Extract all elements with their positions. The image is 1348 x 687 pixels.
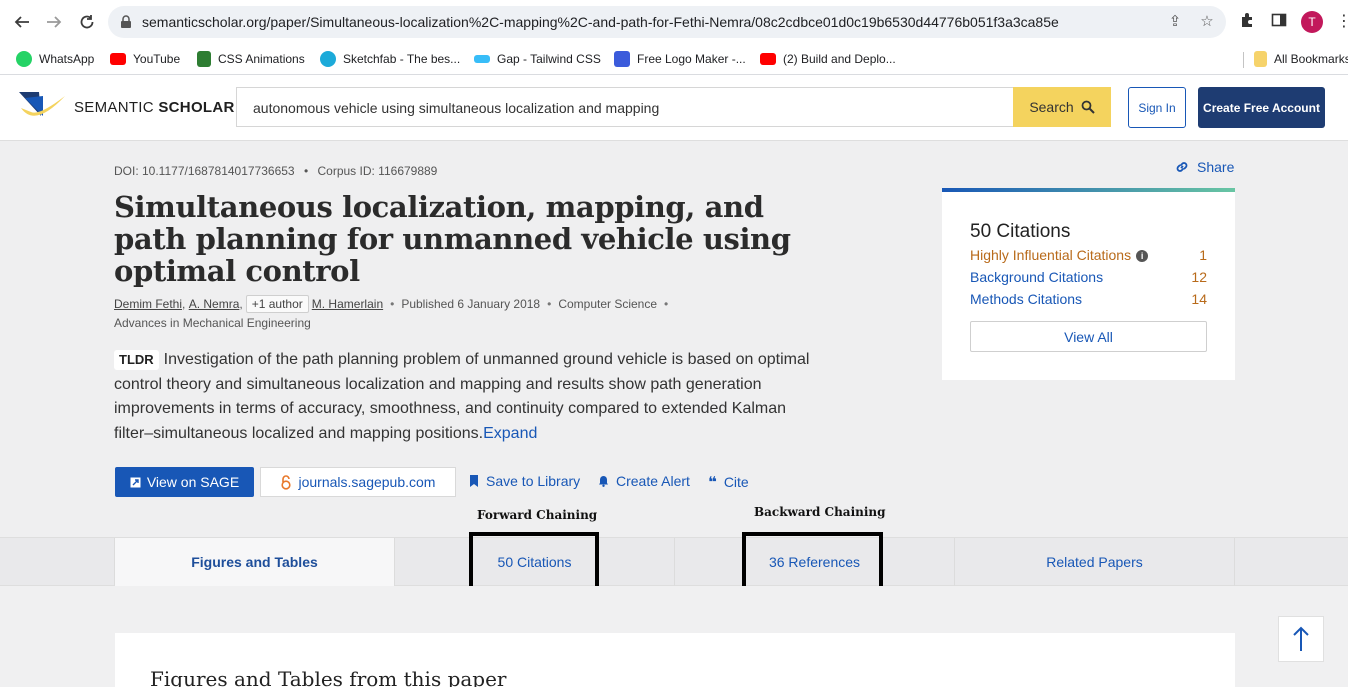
bookmark-icon [470,475,478,487]
search-icon [1081,100,1095,114]
external-link-icon [130,477,141,487]
field-of-study: Computer Science [558,297,658,311]
paper-title: Simultaneous localization, mapping, and … [114,190,791,288]
separator-comma: , [239,297,243,311]
browser-toolbar: semanticscholar.org/paper/Simultaneous-l… [0,0,1348,44]
save-to-library-button[interactable]: Save to Library [469,473,580,489]
sign-in-button[interactable]: Sign In [1128,87,1186,128]
author-link[interactable]: A. Nemra [189,297,240,311]
scroll-to-top-button[interactable] [1278,616,1324,662]
separator-comma: , [182,297,189,311]
forward-arrow-icon[interactable] [43,11,65,33]
paper-header: DOI: 10.1177/1687814017736653 • Corpus I… [0,141,1348,537]
view-all-button[interactable]: View All [970,321,1207,352]
profile-avatar[interactable]: T [1301,11,1323,33]
citation-row-methods[interactable]: Methods Citations 14 [970,291,1207,307]
expand-link[interactable]: Expand [483,425,537,442]
author-link[interactable]: Demim Fethi [114,297,182,311]
cite-button[interactable]: ❝ Cite [708,473,749,491]
reload-icon[interactable] [76,11,98,33]
venue[interactable]: Advances in Mechanical Engineering [114,316,311,330]
bookmarks-divider [1243,52,1244,68]
folder-icon [1254,51,1267,67]
citation-row-background[interactable]: Background Citations 12 [970,269,1207,285]
share-button[interactable]: Share [1174,159,1234,175]
bookmark-build-deploy[interactable]: (2) Build and Deplo... [760,50,896,68]
figures-card: Figures and Tables from this paper [115,633,1235,687]
doi[interactable]: DOI: 10.1177/1687814017736653 [114,164,295,178]
backward-chaining-annotation: Backward Chaining [754,505,886,519]
view-on-sage-button[interactable]: View on SAGE [115,467,254,497]
semantic-scholar-logo-icon[interactable] [17,86,67,126]
address-bar[interactable]: semanticscholar.org/paper/Simultaneous-l… [108,6,1226,38]
logo-maker-icon [614,51,630,67]
extensions-puzzle-icon[interactable] [1237,12,1257,32]
journal-link-button[interactable]: journals.sagepub.com [260,467,456,497]
whatsapp-icon [16,51,32,67]
bell-icon [599,476,608,487]
side-panel-icon[interactable] [1269,12,1289,32]
css-animations-icon [197,51,211,67]
search-input[interactable]: autonomous vehicle using simultaneous lo… [236,87,1013,127]
site-header: SEMANTIC SCHOLAR autonomous vehicle usin… [0,75,1348,141]
site-info-icon[interactable] [120,15,132,29]
arrow-up-icon [1293,626,1309,651]
site-logo-text[interactable]: SEMANTIC SCHOLAR [74,99,235,116]
references-highlight-box [742,532,883,590]
citations-count: 50 Citations [970,221,1071,242]
author-link[interactable]: M. Hamerlain [312,297,383,311]
bookmark-logo-maker[interactable]: Free Logo Maker -... [614,50,746,68]
tldr-block: TLDR Investigation of the path planning p… [114,348,829,446]
link-icon [1176,162,1188,172]
youtube-icon [760,53,776,65]
tab-related-papers[interactable]: Related Papers [955,538,1235,586]
citations-highlight-box [469,532,599,591]
bookmark-css-animations[interactable]: CSS Animations [197,50,305,68]
open-access-lock-icon [280,474,291,490]
search-button[interactable]: Search [1013,87,1111,127]
paper-ids: DOI: 10.1177/1687814017736653 • Corpus I… [114,164,437,178]
info-icon[interactable]: i [1136,250,1149,262]
tab-figures-and-tables[interactable]: Figures and Tables [114,538,395,586]
figures-section: Figures and Tables from this paper [0,586,1348,687]
citation-row-influential[interactable]: Highly Influential Citations i 1 [970,247,1207,263]
tldr-text: Investigation of the path planning probl… [114,351,810,442]
sketchfab-icon [320,51,336,67]
url-text[interactable]: semanticscholar.org/paper/Simultaneous-l… [142,14,1059,30]
bookmark-sketchfab[interactable]: Sketchfab - The bes... [320,50,460,68]
citations-card: 50 Citations Highly Influential Citation… [942,188,1235,380]
share-page-icon[interactable]: ⇪ [1167,14,1183,30]
create-alert-button[interactable]: Create Alert [598,473,690,489]
youtube-icon [110,53,126,65]
separator-dot: • [664,297,669,311]
paper-tabs: Figures and Tables 50 Citations 36 Refer… [0,537,1348,586]
tailwind-icon [474,55,490,63]
bookmark-youtube[interactable]: YouTube [110,50,180,68]
figures-section-title: Figures and Tables from this paper [150,667,507,687]
menu-kebab-icon[interactable]: ⋮ [1334,12,1348,32]
separator-dot: • [390,297,395,311]
bookmark-whatsapp[interactable]: WhatsApp [16,50,94,68]
tldr-badge: TLDR [114,350,159,370]
authors-line: Demim Fethi, A. Nemra, +1 author M. Hame… [114,295,675,313]
publication-date: Published 6 January 2018 [401,297,541,311]
more-authors-button[interactable]: +1 author [245,295,309,313]
all-bookmarks[interactable]: All Bookmarks [1254,50,1348,68]
bookmark-star-icon[interactable]: ☆ [1199,14,1215,30]
separator-dot: • [547,297,552,311]
separator-dot: • [303,164,309,178]
bookmarks-bar: WhatsApp YouTube CSS Animations Sketchfa… [0,44,1348,75]
quote-icon: ❝ [708,474,717,491]
bookmark-tailwind[interactable]: Gap - Tailwind CSS [474,50,601,68]
forward-chaining-annotation: Forward Chaining [477,508,598,522]
corpus-id: Corpus ID: 116679889 [317,164,438,178]
create-account-button[interactable]: Create Free Account [1198,87,1325,128]
back-arrow-icon[interactable] [11,11,33,33]
